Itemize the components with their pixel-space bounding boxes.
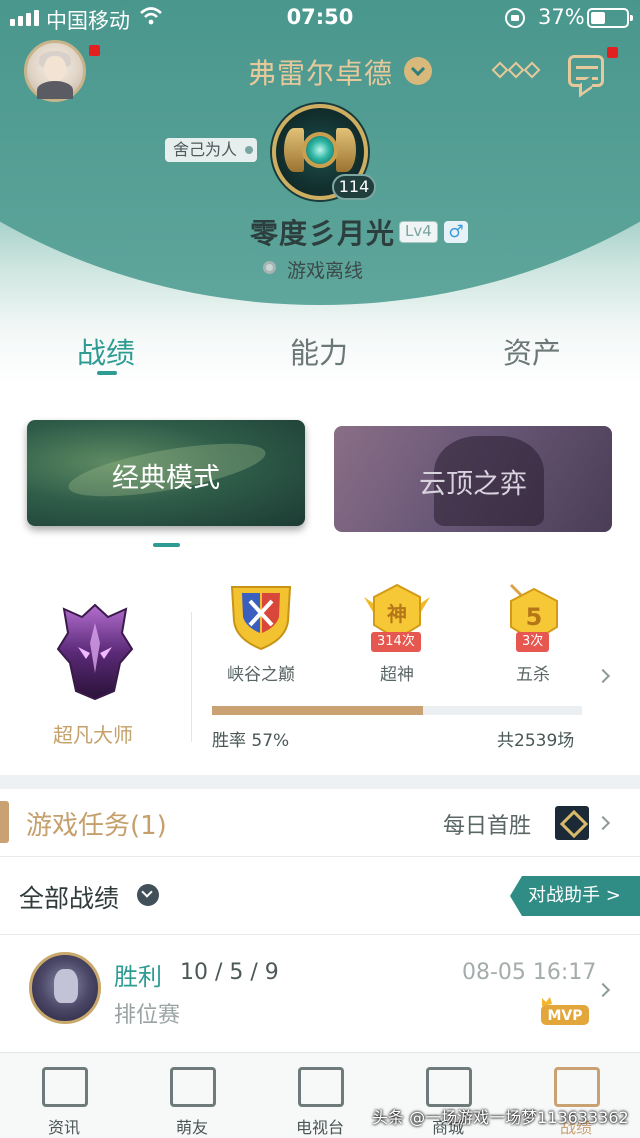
message-icon[interactable] bbox=[568, 55, 604, 87]
battery-percent: 37% bbox=[538, 5, 585, 29]
medal-glyph: 神 bbox=[387, 602, 407, 626]
book-icon bbox=[42, 1067, 88, 1107]
total-games-text: 共2539场 bbox=[497, 731, 575, 751]
nav-item-friends[interactable]: 萌友 bbox=[128, 1053, 256, 1138]
medal-caption-summit: 峡谷之巅 bbox=[227, 665, 295, 685]
chevron-right-icon[interactable] bbox=[595, 815, 611, 831]
gender-icon: ♂ bbox=[444, 221, 468, 243]
rank-label: 超凡大师 bbox=[53, 723, 133, 747]
account-level-badge: 114 bbox=[332, 174, 376, 200]
mvp-badge-icon: MVP bbox=[541, 997, 589, 1025]
rotation-lock-icon bbox=[505, 8, 525, 28]
tv-icon bbox=[298, 1067, 344, 1107]
honor-title-tag[interactable]: 舍己为人 bbox=[165, 138, 258, 162]
shop-icon bbox=[426, 1067, 472, 1107]
nav-label: 电视台 bbox=[295, 1118, 344, 1137]
nav-label: 资讯 bbox=[47, 1118, 80, 1137]
champion-avatar[interactable] bbox=[29, 952, 101, 1024]
mode-card-tft[interactable]: 云顶之弈 bbox=[334, 426, 612, 532]
all-records-filter[interactable]: 全部战绩 bbox=[19, 879, 119, 915]
divider bbox=[0, 856, 640, 857]
record-icon bbox=[554, 1067, 600, 1107]
win-rate-bar-fill bbox=[212, 706, 423, 715]
user-avatar[interactable] bbox=[24, 40, 86, 102]
chevron-right-icon[interactable] bbox=[595, 982, 611, 998]
mvp-label: MVP bbox=[547, 1008, 582, 1024]
medal-caption-legendary: 超神 bbox=[380, 665, 414, 685]
heart-chat-icon bbox=[170, 1067, 216, 1107]
match-result: 胜利 bbox=[114, 963, 162, 991]
chevron-down-icon[interactable] bbox=[137, 884, 159, 906]
battle-assistant-button[interactable]: 对战助手 > bbox=[510, 876, 640, 916]
mode-indicator bbox=[153, 543, 180, 547]
player-level-badge: Lv4 bbox=[399, 221, 438, 243]
watermark: 头条 @一场游戏一场梦113633362 bbox=[372, 1108, 629, 1127]
profile-tabs: 战绩 能力 资产 bbox=[0, 330, 640, 382]
profile-header: 中国移动 07:50 37% 弗雷尔卓德 舍己为人 114 零度彡月光 Lv4 … bbox=[0, 0, 640, 385]
match-type: 排位赛 bbox=[114, 1003, 181, 1028]
active-tab-indicator bbox=[97, 371, 117, 375]
nav-item-news[interactable]: 资讯 bbox=[0, 1053, 128, 1138]
divider bbox=[0, 934, 640, 935]
chevron-down-icon[interactable] bbox=[404, 57, 432, 85]
summit-medal-icon[interactable] bbox=[226, 583, 296, 651]
more-options-icon[interactable] bbox=[491, 61, 541, 79]
daily-task-icon[interactable] bbox=[555, 806, 589, 840]
medal-count-pentakill: 3次 bbox=[516, 632, 550, 652]
offline-status-icon bbox=[263, 261, 276, 274]
mode-label: 经典模式 bbox=[112, 463, 220, 494]
match-time: 08-05 16:17 bbox=[462, 960, 597, 985]
avatar-notification-dot bbox=[89, 45, 100, 56]
online-status-text: 游戏离线 bbox=[287, 260, 364, 282]
chevron-right-icon[interactable] bbox=[595, 668, 611, 684]
mode-label: 云顶之弈 bbox=[419, 469, 527, 500]
tab-records[interactable]: 战绩 bbox=[77, 330, 135, 372]
nav-item-tv[interactable]: 电视台 bbox=[256, 1053, 384, 1138]
nav-label: 萌友 bbox=[175, 1118, 208, 1137]
medal-glyph: 5 bbox=[526, 603, 543, 631]
status-bar: 中国移动 07:50 37% bbox=[0, 0, 640, 36]
master-rank-icon[interactable] bbox=[56, 603, 134, 701]
server-name[interactable]: 弗雷尔卓德 bbox=[248, 52, 393, 92]
daily-first-win-label[interactable]: 每日首胜 bbox=[443, 808, 531, 840]
stats-divider bbox=[191, 612, 192, 742]
tab-ability[interactable]: 能力 bbox=[290, 330, 348, 372]
message-notification-dot bbox=[607, 47, 618, 58]
medal-caption-pentakill: 五杀 bbox=[516, 665, 550, 685]
medal-count-legendary: 314次 bbox=[371, 632, 421, 652]
battery-icon bbox=[587, 8, 633, 28]
match-kda: 10 / 5 / 9 bbox=[180, 960, 279, 985]
player-name: 零度彡月光 bbox=[250, 217, 396, 250]
mode-card-classic[interactable]: 经典模式 bbox=[27, 420, 305, 526]
game-tasks-title[interactable]: 游戏任务(1) bbox=[26, 805, 167, 842]
task-accent-bar bbox=[0, 801, 9, 843]
section-separator bbox=[0, 775, 640, 789]
win-rate-text: 胜率 57% bbox=[212, 731, 290, 751]
tab-assets[interactable]: 资产 bbox=[503, 330, 561, 372]
